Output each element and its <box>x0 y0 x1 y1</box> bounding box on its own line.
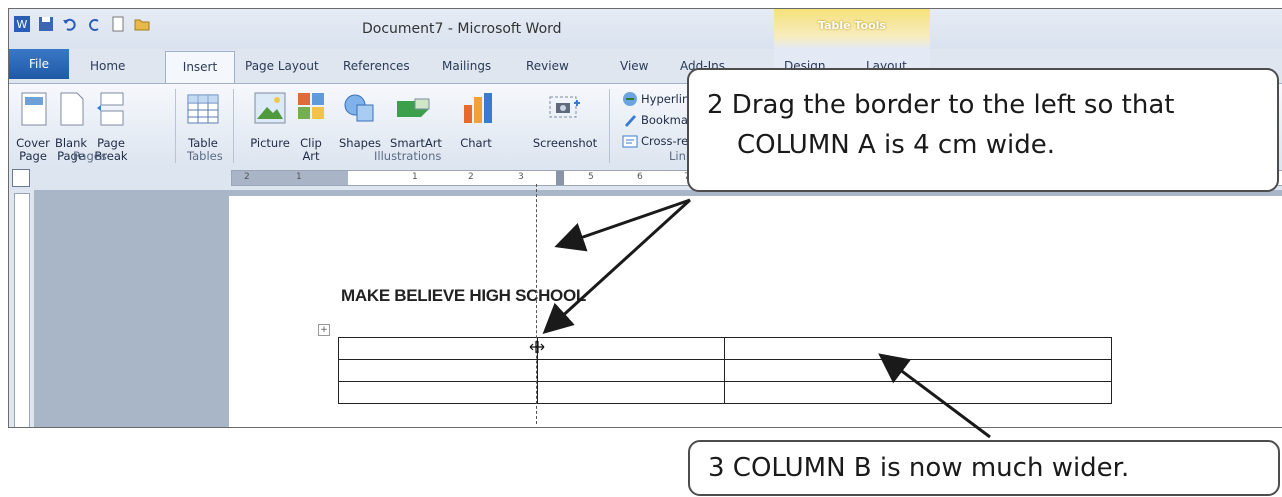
step-2-callout: 2 Drag the border to the left so that CO… <box>687 68 1279 192</box>
resize-cursor-icon <box>529 341 545 353</box>
step-2-line-1: 2 Drag the border to the left so that <box>707 90 1175 120</box>
picture-icon[interactable] <box>253 91 287 125</box>
shapes-icon[interactable] <box>343 91 377 125</box>
tab-references[interactable]: References <box>343 59 410 73</box>
undo-icon[interactable] <box>61 15 79 33</box>
table-cell[interactable] <box>724 381 1112 404</box>
group-tables-label: Tables <box>187 149 223 163</box>
table-row <box>338 337 1112 360</box>
ruler-tick-label: 6 <box>637 172 643 182</box>
redo-icon[interactable] <box>85 15 103 33</box>
step-3-text: 3 COLUMN B is now much wider. <box>708 453 1130 483</box>
chart-icon[interactable] <box>461 91 495 125</box>
vertical-ruler[interactable] <box>14 193 30 427</box>
svg-text:W: W <box>17 18 28 31</box>
group-pages-label: Pages <box>73 149 107 163</box>
table-cell[interactable] <box>537 381 725 404</box>
cover-page-icon <box>21 92 47 126</box>
cross-reference-icon[interactable] <box>622 133 638 149</box>
ruler-tick-label: 2 <box>468 172 474 182</box>
ruler-tick-label: 1 <box>412 172 418 182</box>
ruler-tick-label: 3 <box>518 172 524 182</box>
document-heading[interactable]: MAKE BELIEVE HIGH SCHOOL <box>341 286 586 306</box>
tab-page-layout[interactable]: Page Layout <box>245 59 319 73</box>
smartart-icon[interactable] <box>395 93 433 125</box>
tab-home[interactable]: Home <box>90 59 125 73</box>
table-icon[interactable] <box>186 93 220 125</box>
table-tools-label: Table Tools <box>818 19 886 32</box>
document-table[interactable] <box>338 337 1112 404</box>
table-row <box>338 359 1112 382</box>
column-marker[interactable] <box>556 171 564 185</box>
table-cell[interactable] <box>724 337 1112 360</box>
group-divider <box>233 89 234 163</box>
step-2-line-2: COLUMN A is 4 cm wide. <box>737 130 1056 160</box>
blank-page-icon <box>60 92 84 126</box>
ruler-tick-label: 1 <box>296 172 302 182</box>
table-cell[interactable] <box>338 337 538 360</box>
tab-view[interactable]: View <box>620 59 648 73</box>
open-icon[interactable] <box>133 15 151 33</box>
new-icon[interactable] <box>109 15 127 33</box>
tab-file[interactable]: File <box>9 49 69 79</box>
window-title: Document7 - Microsoft Word <box>362 21 562 37</box>
tab-insert[interactable]: Insert <box>165 51 235 84</box>
quick-access-toolbar: W <box>13 15 151 33</box>
table-cell[interactable] <box>724 359 1112 382</box>
group-divider <box>175 89 176 163</box>
step-3-callout: 3 COLUMN B is now much wider. <box>688 440 1280 496</box>
clip-art-button[interactable]: Clip Art <box>295 137 327 163</box>
ruler-tick-label: 2 <box>244 172 250 182</box>
group-divider <box>609 89 610 163</box>
screenshot-button[interactable]: Screenshot <box>529 137 601 150</box>
bookmark-icon[interactable] <box>622 112 638 128</box>
tab-selector[interactable] <box>12 169 30 187</box>
table-move-handle-icon[interactable]: + <box>318 324 330 336</box>
group-illustrations-label: Illustrations <box>374 149 442 163</box>
table-cell[interactable] <box>537 359 725 382</box>
clip-art-icon[interactable] <box>296 91 326 123</box>
picture-button[interactable]: Picture <box>247 137 293 150</box>
cover-page-button[interactable]: Cover Page <box>15 137 51 163</box>
table-cell[interactable] <box>338 381 538 404</box>
ruler-tick-label: 5 <box>588 172 594 182</box>
table-row <box>338 381 1112 404</box>
chart-button[interactable]: Chart <box>455 137 497 150</box>
screenshot-icon[interactable] <box>548 93 582 123</box>
table-cell[interactable] <box>537 337 725 360</box>
tab-mailings[interactable]: Mailings <box>442 59 491 73</box>
word-icon[interactable]: W <box>13 15 31 33</box>
table-cell[interactable] <box>338 359 538 382</box>
page-break-icon <box>97 92 124 126</box>
save-icon[interactable] <box>37 15 55 33</box>
title-bar: W Document7 - Microsoft Word <box>9 9 1282 49</box>
drag-guide-line <box>536 184 537 424</box>
hyperlink-icon[interactable] <box>622 91 638 107</box>
tab-review[interactable]: Review <box>526 59 569 73</box>
